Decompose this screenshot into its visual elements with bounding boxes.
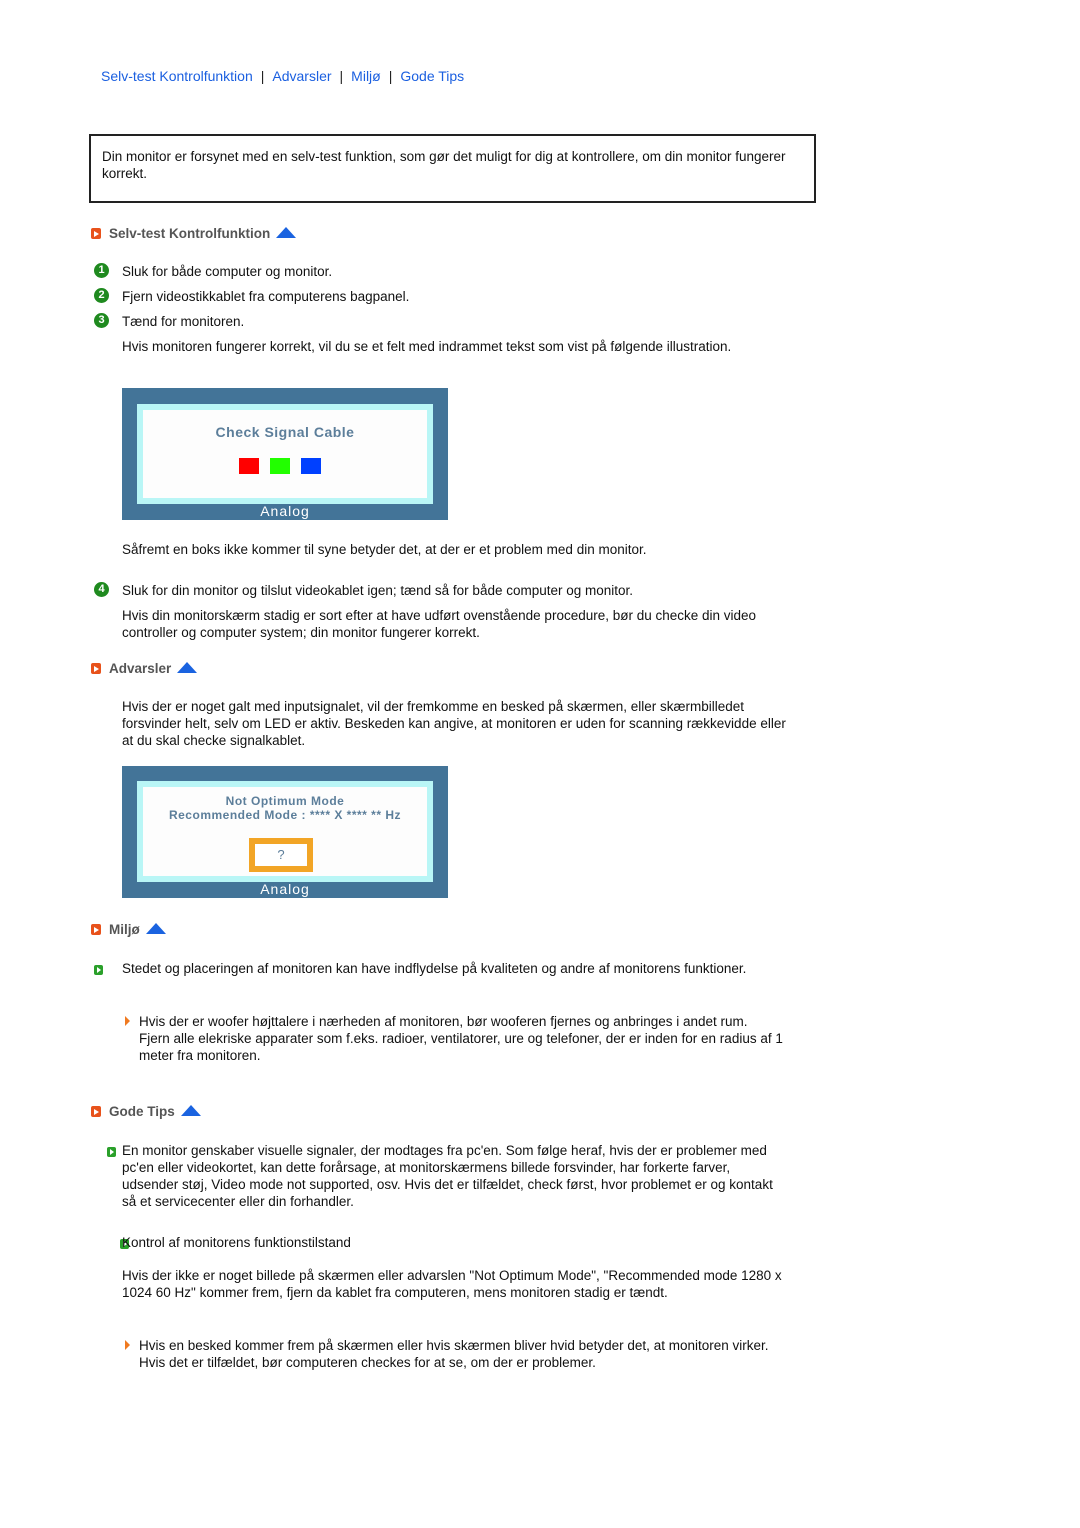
green-bullet-icon (94, 965, 103, 975)
nav-link-selftest[interactable]: Selv-test Kontrolfunktion (101, 68, 253, 84)
red-square (239, 458, 259, 474)
step-3-note: Hvis monitoren fungerer korrekt, vil du … (122, 339, 732, 354)
orange-arrow-bullet-icon (125, 1016, 130, 1026)
after-osd-text: Såfremt en boks ikke kommer til syne bet… (122, 542, 647, 557)
tips-sub-item-cont: Hvis det er tilfældet, bør computeren ch… (139, 1355, 596, 1370)
step-number-icon: 3 (94, 313, 109, 328)
tips-item-2-note: Hvis der ikke er noget billede på skærme… (122, 1268, 782, 1300)
back-to-top-icon[interactable] (145, 923, 166, 934)
environment-item: Stedet og placeringen af monitoren kan h… (122, 961, 747, 976)
nav-separator: | (388, 68, 393, 84)
blue-square (301, 458, 321, 474)
section-bullet-icon (91, 1106, 101, 1117)
step-4-text: Sluk for din monitor og tilslut videokab… (122, 583, 634, 598)
osd-line-1: Not Optimum Mode (225, 794, 345, 808)
step-number-icon: 1 (94, 263, 109, 278)
warnings-text: Hvis der er noget galt med inputsignalet… (122, 699, 786, 748)
back-to-top-icon[interactable] (276, 227, 297, 238)
step-1-text: Sluk for både computer og monitor. (122, 264, 333, 279)
step-2-text: Fjern videostikkablet fra computerens ba… (122, 289, 410, 304)
step-number-icon: 2 (94, 288, 109, 303)
osd-analog-label: Analog (260, 881, 310, 897)
osd-message: Check Signal Cable (215, 424, 355, 440)
step-number-icon: 4 (94, 582, 109, 597)
nav-link-tips[interactable]: Gode Tips (400, 68, 464, 84)
section-bullet-icon (91, 663, 101, 674)
section-title-text: Miljø (109, 922, 140, 937)
tips-sub-item-text: Hvis en besked kommer frem på skærmen el… (139, 1338, 769, 1353)
osd-question-box: ? (249, 838, 313, 872)
section-title-environment: Miljø (91, 922, 166, 937)
tips-sub-item: Hvis en besked kommer frem på skærmen el… (139, 1337, 799, 1371)
step-3-text: Tænd for monitoren. (122, 314, 245, 329)
section-title-tips: Gode Tips (91, 1104, 201, 1119)
section-title-warnings: Advarsler (91, 661, 198, 676)
nav-link-environment[interactable]: Miljø (351, 68, 381, 84)
section-title-text: Advarsler (109, 661, 172, 676)
osd-analog-label: Analog (260, 503, 310, 519)
osd-check-signal-illustration: Check Signal Cable Analog (122, 388, 448, 520)
environment-sub-item-text: Hvis der er woofer højttalere i nærheden… (139, 1014, 748, 1029)
nav-separator: | (260, 68, 265, 84)
osd-screen: Check Signal Cable (137, 404, 433, 504)
osd-not-optimum-illustration: Not Optimum Mode Recommended Mode : ****… (122, 766, 448, 898)
section-title-text: Gode Tips (109, 1104, 175, 1119)
tips-item-1: En monitor genskaber visuelle signaler, … (122, 1143, 773, 1209)
environment-sub-item: Hvis der er woofer højttalere i nærheden… (139, 1013, 789, 1064)
section-title-selftest: Selv-test Kontrolfunktion (91, 226, 297, 241)
intro-box: Din monitor er forsynet med en selv-test… (89, 134, 816, 203)
section-bullet-icon (91, 924, 101, 935)
environment-sub-item-cont: Fjern alle elekriske apparater som f.eks… (139, 1031, 783, 1063)
tips-item-2: Kontrol af monitorens funktionstilstand (122, 1235, 351, 1250)
nav-link-warnings[interactable]: Advarsler (272, 68, 331, 84)
back-to-top-icon[interactable] (177, 662, 198, 673)
back-to-top-icon[interactable] (180, 1105, 201, 1116)
intro-text: Din monitor er forsynet med en selv-test… (102, 149, 786, 181)
top-nav: Selv-test Kontrolfunktion | Advarsler | Milj… (101, 68, 464, 84)
osd-screen: Not Optimum Mode Recommended Mode : ****… (137, 781, 433, 882)
step-4-note: Hvis din monitorskærm stadig er sort eft… (122, 608, 757, 640)
orange-arrow-bullet-icon (125, 1340, 130, 1350)
nav-separator: | (339, 68, 344, 84)
section-title-text: Selv-test Kontrolfunktion (109, 226, 271, 241)
osd-line-2: Recommended Mode : **** X **** ** Hz (168, 808, 402, 822)
green-bullet-icon (106, 1147, 116, 1157)
green-square (270, 458, 290, 474)
section-bullet-icon (91, 228, 101, 239)
